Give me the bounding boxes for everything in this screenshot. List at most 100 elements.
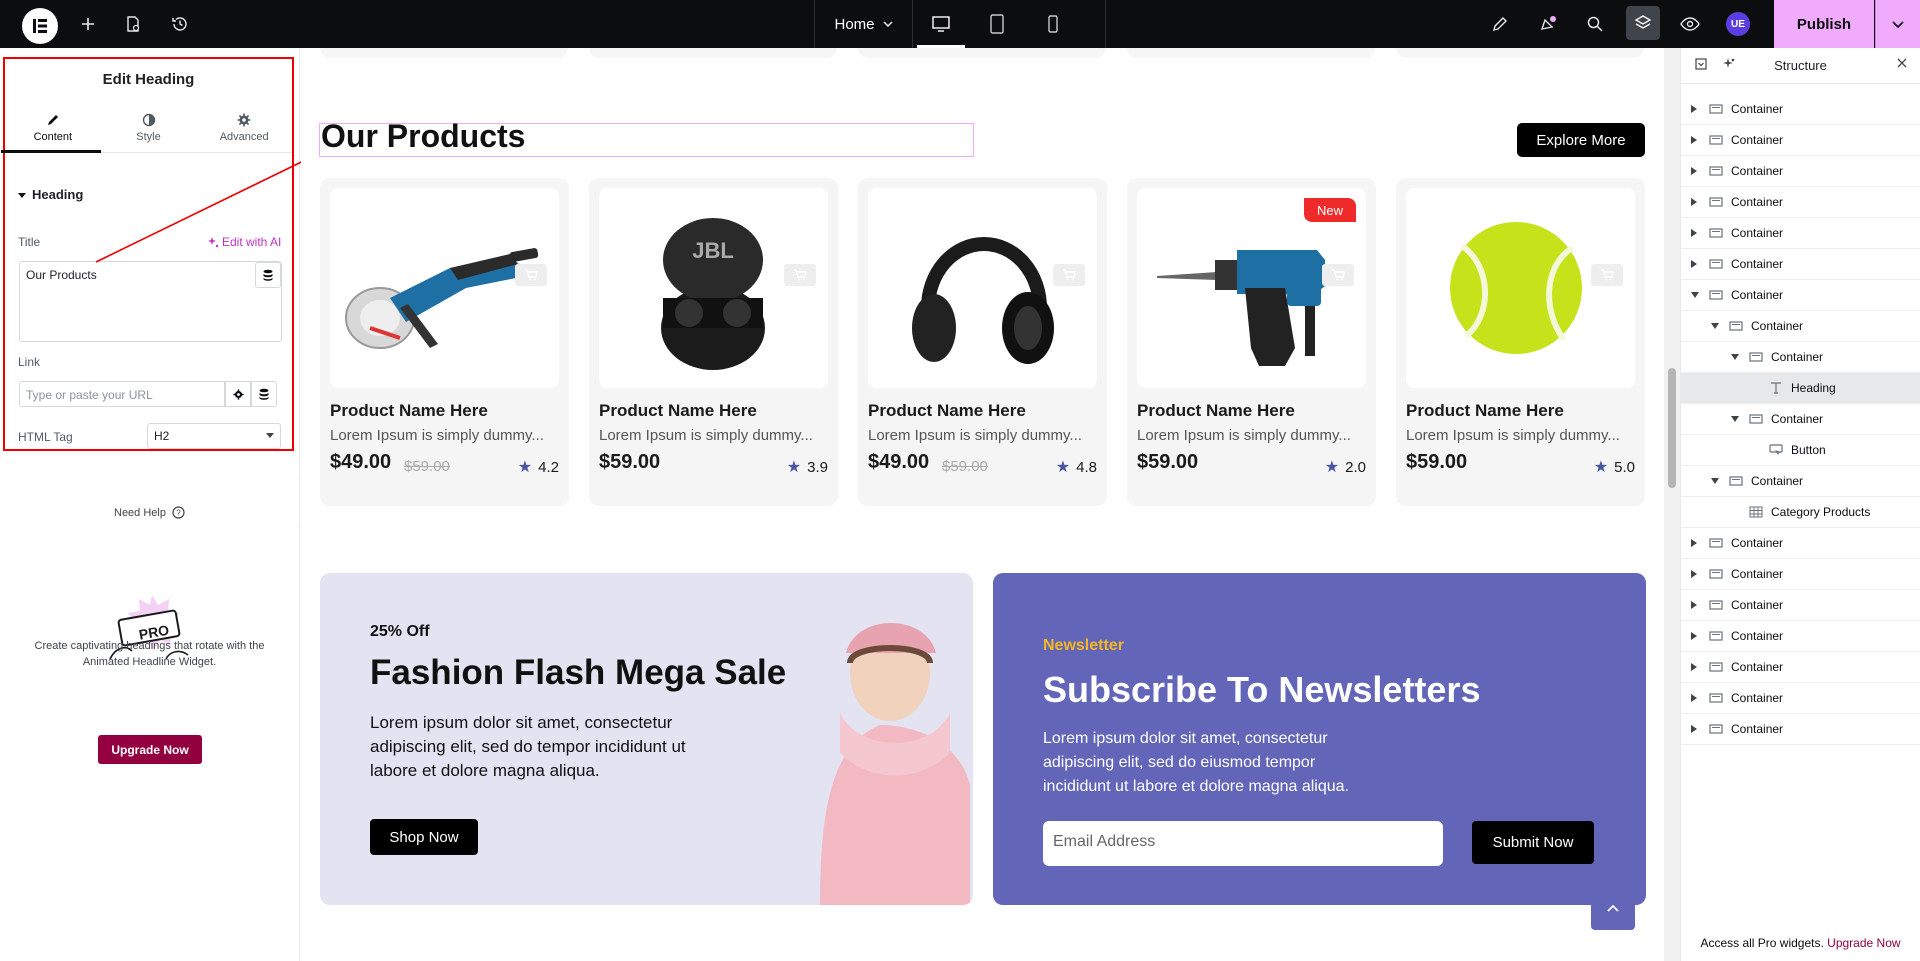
- product-card[interactable]: JBL Product Name Here Lorem Ipsum is sim…: [589, 178, 838, 506]
- product-desc: Lorem Ipsum is simply dummy...: [868, 427, 1082, 444]
- structure-header: Structure: [1681, 48, 1920, 84]
- email-input[interactable]: Email Address: [1043, 821, 1443, 866]
- page-selector[interactable]: Home: [815, 0, 913, 48]
- structure-row[interactable]: Container: [1681, 714, 1920, 745]
- earbuds-icon: JBL: [661, 218, 765, 370]
- submit-now-button[interactable]: Submit Now: [1472, 821, 1594, 864]
- structure-row[interactable]: Container: [1681, 187, 1920, 218]
- canvas-scrollbar[interactable]: [1664, 48, 1680, 961]
- structure-row[interactable]: Container: [1681, 94, 1920, 125]
- structure-row[interactable]: Container: [1681, 404, 1920, 435]
- product-name[interactable]: Product Name Here: [599, 401, 757, 421]
- container-icon: [1709, 569, 1723, 579]
- link-options-button[interactable]: [225, 381, 251, 407]
- publish-button[interactable]: Publish: [1774, 0, 1874, 48]
- caret-down-icon[interactable]: [1691, 292, 1703, 298]
- preview-eye-icon[interactable]: [1678, 12, 1702, 36]
- container-icon: [1729, 321, 1743, 331]
- structure-row[interactable]: Container: [1681, 559, 1920, 590]
- caret-right-icon[interactable]: [1691, 694, 1703, 702]
- scrollbar-thumb[interactable]: [1668, 368, 1676, 488]
- shop-now-button[interactable]: Shop Now: [370, 819, 478, 855]
- caret-right-icon[interactable]: [1691, 105, 1703, 113]
- footer-upgrade-link[interactable]: Upgrade Now: [1827, 936, 1900, 950]
- add-element-icon[interactable]: [76, 12, 100, 36]
- product-name[interactable]: Product Name Here: [1406, 401, 1564, 421]
- explore-more-button[interactable]: Explore More: [1517, 123, 1645, 157]
- caret-right-icon[interactable]: [1691, 601, 1703, 609]
- user-avatar[interactable]: UE: [1726, 12, 1750, 36]
- structure-row[interactable]: Heading: [1681, 373, 1920, 404]
- elementor-logo-icon[interactable]: [22, 8, 58, 44]
- rating-value: 5.0: [1614, 458, 1635, 476]
- structure-row[interactable]: Container: [1681, 683, 1920, 714]
- product-card[interactable]: New Product Name Here Lorem Ipsum is sim…: [1127, 178, 1376, 506]
- structure-row[interactable]: Container: [1681, 311, 1920, 342]
- scroll-to-top-button[interactable]: [1591, 886, 1635, 930]
- product-price: $59.00: [1406, 451, 1468, 473]
- section-heading[interactable]: Our Products: [321, 118, 525, 155]
- structure-row[interactable]: Container: [1681, 621, 1920, 652]
- upgrade-now-button[interactable]: Upgrade Now: [98, 735, 202, 764]
- caret-right-icon[interactable]: [1691, 539, 1703, 547]
- add-to-cart-button[interactable]: [1053, 264, 1085, 286]
- caret-down-icon[interactable]: [1731, 416, 1743, 422]
- caret-right-icon[interactable]: [1691, 632, 1703, 640]
- structure-row[interactable]: Container: [1681, 156, 1920, 187]
- add-to-cart-button[interactable]: [1322, 264, 1354, 286]
- add-to-cart-button[interactable]: [1591, 264, 1623, 286]
- desktop-view-button[interactable]: [913, 0, 969, 48]
- help-circle-icon: ?: [172, 506, 185, 519]
- structure-row[interactable]: Container: [1681, 466, 1920, 497]
- link-dynamic-button[interactable]: [251, 381, 277, 407]
- product-card[interactable]: Product Name Here Lorem Ipsum is simply …: [858, 178, 1107, 506]
- page-settings-icon[interactable]: [121, 12, 145, 36]
- structure-toggle-button[interactable]: [1626, 6, 1660, 40]
- structure-row[interactable]: Container: [1681, 280, 1920, 311]
- caret-right-icon[interactable]: [1691, 198, 1703, 206]
- caret-right-icon[interactable]: [1691, 725, 1703, 733]
- structure-row[interactable]: Container: [1681, 218, 1920, 249]
- structure-row[interactable]: Container: [1681, 652, 1920, 683]
- need-help-link[interactable]: Need Help ?: [0, 506, 299, 519]
- caret-right-icon[interactable]: [1691, 570, 1703, 578]
- caret-down-icon[interactable]: [1711, 478, 1723, 484]
- history-icon[interactable]: [168, 12, 192, 36]
- caret-right-icon[interactable]: [1691, 136, 1703, 144]
- structure-row[interactable]: Category Products: [1681, 497, 1920, 528]
- caret-down-icon[interactable]: [1731, 354, 1743, 360]
- structure-row[interactable]: Container: [1681, 342, 1920, 373]
- product-name[interactable]: Product Name Here: [868, 401, 1026, 421]
- container-icon: [1709, 197, 1723, 207]
- search-icon[interactable]: [1583, 12, 1607, 36]
- container-icon: [1709, 693, 1723, 703]
- structure-row[interactable]: Container: [1681, 528, 1920, 559]
- site-settings-icon[interactable]: [1488, 12, 1512, 36]
- caret-right-icon[interactable]: [1691, 229, 1703, 237]
- product-card[interactable]: Product Name Here Lorem Ipsum is simply …: [320, 178, 569, 506]
- publish-options-button[interactable]: [1875, 0, 1920, 48]
- html-tag-select[interactable]: H2: [147, 423, 281, 449]
- caret-right-icon[interactable]: [1691, 167, 1703, 175]
- collapse-all-icon[interactable]: [1695, 58, 1707, 70]
- structure-row[interactable]: Container: [1681, 125, 1920, 156]
- caret-right-icon[interactable]: [1691, 663, 1703, 671]
- structure-row[interactable]: Container: [1681, 249, 1920, 280]
- add-to-cart-button[interactable]: [784, 264, 816, 286]
- notifications-icon[interactable]: [1536, 12, 1560, 36]
- caret-down-icon[interactable]: [1711, 323, 1723, 329]
- structure-row[interactable]: Container: [1681, 590, 1920, 621]
- caret-right-icon[interactable]: [1691, 260, 1703, 268]
- close-icon[interactable]: [1897, 58, 1907, 68]
- product-name[interactable]: Product Name Here: [330, 401, 488, 421]
- add-to-cart-button[interactable]: [515, 264, 547, 286]
- product-desc: Lorem Ipsum is simply dummy...: [330, 427, 544, 444]
- product-card[interactable]: Product Name Here Lorem Ipsum is simply …: [1396, 178, 1645, 506]
- product-name[interactable]: Product Name Here: [1137, 401, 1295, 421]
- ai-sparkle-icon[interactable]: [1723, 58, 1735, 70]
- previous-card: [1396, 48, 1644, 58]
- mobile-view-button[interactable]: [1025, 0, 1081, 48]
- link-input[interactable]: Type or paste your URL: [19, 381, 225, 407]
- tablet-view-button[interactable]: [969, 0, 1025, 48]
- structure-row[interactable]: Button: [1681, 435, 1920, 466]
